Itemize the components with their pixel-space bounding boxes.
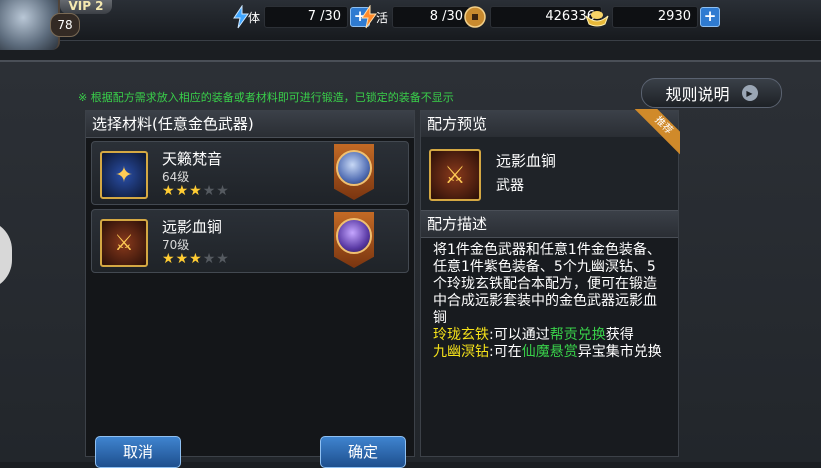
- blade-weapon-icon: ⚔: [100, 219, 148, 267]
- star-icon: ★: [175, 251, 190, 267]
- source-link: 仙魔悬赏: [521, 344, 578, 360]
- item-stars: ★★★★★: [162, 251, 230, 267]
- material-list-panel: 选择材料(任意金色武器) ✦ 天籁梵音 64级 ★★★★★ ⚔ 远影血锏 70级…: [85, 110, 415, 457]
- character-portrait-icon: [336, 150, 372, 186]
- blade-weapon-icon: ⚔: [429, 149, 481, 201]
- star-icon: ★: [162, 183, 176, 199]
- stamina-label: 体: [248, 10, 261, 25]
- star-empty-icon: ★: [216, 251, 230, 267]
- recipe-item-name: 远影血锏: [496, 152, 557, 170]
- recommend-tag-label: 推荐: [634, 109, 680, 155]
- stamina-resource: 体 7 /30 +: [228, 5, 371, 29]
- star-empty-icon: ★: [216, 183, 230, 199]
- staff-weapon-icon: ✦: [100, 151, 148, 199]
- desc-text: :可以通过: [489, 327, 550, 343]
- forge-panel: ※ 根据配方需求放入相应的装备或者材料即可进行锻造，已锁定的装备不显示 规则说明…: [0, 60, 821, 468]
- material-name: 九幽溟钻: [433, 344, 489, 360]
- item-name: 远影血锏: [162, 218, 223, 236]
- recipe-description: 将1件金色武器和任意1件金色装备、任意1件紫色装备、5个九幽溟钻、5个玲珑玄铁配…: [433, 242, 665, 361]
- recipe-desc-title: 配方描述: [421, 210, 678, 238]
- forge-hint: ※ 根据配方需求放入相应的装备或者材料即可进行锻造，已锁定的装备不显示: [78, 91, 454, 104]
- confirm-button[interactable]: 确定: [320, 436, 406, 468]
- coins-resource: 426336: [462, 5, 602, 29]
- recipe-desc-line2: 九幽溟钻:可在仙魔悬赏异宝集市兑换: [433, 344, 665, 361]
- player-level: 78: [50, 13, 80, 37]
- gold-resource: 2930 +: [584, 5, 720, 29]
- item-name: 天籁梵音: [162, 150, 223, 168]
- item-stars: ★★★★★: [162, 183, 230, 199]
- material-item[interactable]: ⚔ 远影血锏 70级 ★★★★★: [91, 209, 409, 273]
- vitality-value: 8 /30: [392, 6, 471, 28]
- gold-value: 2930: [612, 6, 698, 28]
- add-gold-button[interactable]: +: [700, 7, 720, 27]
- vitality-label: 活: [376, 10, 389, 25]
- star-icon: ★: [189, 251, 203, 267]
- owner-badge: [334, 144, 374, 200]
- star-empty-icon: ★: [202, 251, 217, 267]
- star-empty-icon: ★: [202, 183, 217, 199]
- material-list-title: 选择材料(任意金色武器): [86, 111, 414, 138]
- vip-badge: VIP 2: [60, 0, 112, 14]
- desc-text: :可在: [489, 344, 522, 360]
- star-icon: ★: [175, 183, 190, 199]
- gold-ingot-icon: [584, 4, 610, 30]
- resource-bar: VIP 2 78 体 7 /30 + 活 8 /30 426336 2930 +: [0, 0, 821, 50]
- material-name: 玲珑玄铁: [433, 327, 489, 343]
- rules-button[interactable]: 规则说明 ▶: [641, 78, 782, 108]
- star-icon: ★: [162, 251, 176, 267]
- stamina-value: 7 /30: [264, 6, 349, 28]
- vitality-resource: 活 8 /30: [356, 5, 471, 29]
- desc-text: 获得: [605, 327, 634, 343]
- owner-badge: [334, 212, 374, 268]
- recommend-tag: 推荐: [634, 109, 680, 155]
- character-portrait-icon: [336, 218, 372, 254]
- coin-icon: [462, 4, 488, 30]
- recipe-desc-line1: 玲珑玄铁:可以通过帮贡兑换获得: [433, 327, 665, 344]
- recipe-desc-main: 将1件金色武器和任意1件金色装备、任意1件紫色装备、5个九幽溟钻、5个玲珑玄铁配…: [433, 242, 661, 326]
- cancel-button[interactable]: 取消: [95, 436, 181, 468]
- desc-text: 异宝集市兑换: [577, 344, 662, 360]
- rules-button-label: 规则说明: [665, 85, 730, 104]
- material-item[interactable]: ✦ 天籁梵音 64级 ★★★★★: [91, 141, 409, 205]
- source-link: 帮贡兑换: [549, 327, 606, 343]
- star-icon: ★: [189, 183, 203, 199]
- recipe-item-type: 武器: [496, 178, 524, 194]
- recipe-panel: 配方预览 ⚔ 远影血锏 武器 推荐 配方描述 将1件金色武器和任意1件金色装备、…: [420, 109, 680, 457]
- side-expand-button[interactable]: [0, 220, 12, 290]
- play-icon: ▶: [741, 85, 758, 101]
